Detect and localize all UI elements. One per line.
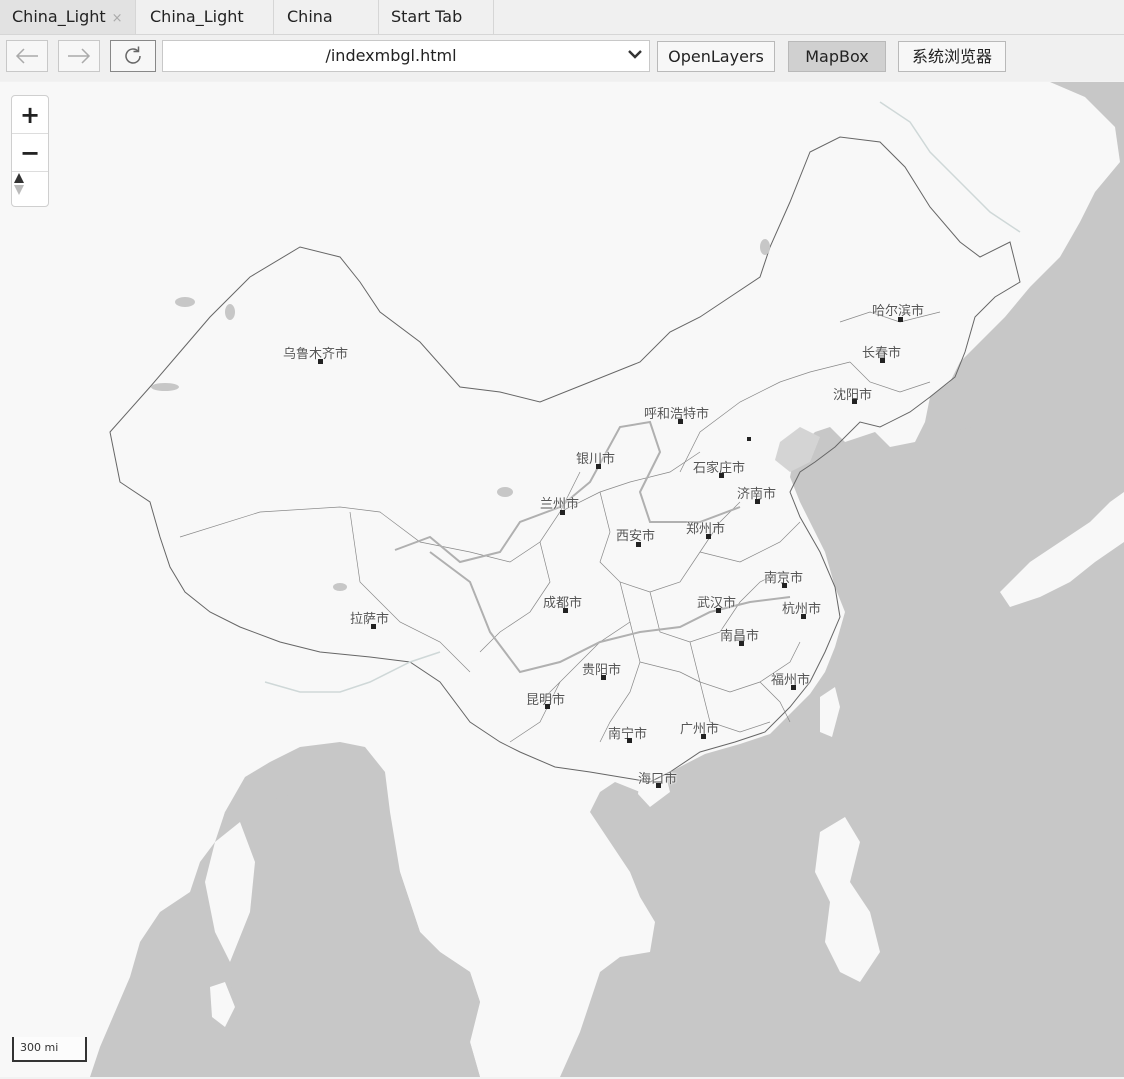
scale-bar: 300 mi: [12, 1037, 87, 1062]
city-dot: [371, 624, 376, 629]
tab-label: Start Tab: [391, 7, 463, 26]
city-dot: [755, 499, 760, 504]
city-dot: [596, 464, 601, 469]
toolbar: /indexmbgl.html OpenLayers MapBox 系统浏览器: [0, 35, 1124, 81]
url-text: /indexmbgl.html: [325, 46, 457, 65]
city-dot: [739, 641, 744, 646]
city-dot: [898, 317, 903, 322]
refresh-icon: [125, 46, 141, 64]
system-browser-button[interactable]: 系统浏览器: [898, 41, 1006, 72]
city-dot: [791, 685, 796, 690]
city-dot: [656, 783, 661, 788]
city-dot: [852, 399, 857, 404]
tab-label: China: [287, 7, 333, 26]
city-dot: [563, 608, 568, 613]
map-basemap: [0, 82, 1124, 1077]
land-japan: [1000, 492, 1124, 607]
lake: [497, 487, 513, 497]
back-button[interactable]: [6, 40, 48, 72]
tab-label: China_Light: [12, 7, 106, 26]
compass-icon: [14, 173, 24, 195]
city-dot: [636, 542, 641, 547]
mapbox-button[interactable]: MapBox: [788, 41, 886, 72]
beijing-dot: [747, 437, 751, 441]
zoom-control: + −: [11, 95, 49, 207]
land-srilanka: [210, 982, 235, 1027]
city-dot: [701, 734, 706, 739]
land-philippines: [815, 817, 880, 982]
city-dot: [706, 534, 711, 539]
tab-china-light-active[interactable]: China_Light ×: [0, 0, 136, 34]
city-label: 乌鲁木齐市: [283, 347, 349, 362]
tab-china-light[interactable]: China_Light: [138, 0, 274, 34]
forward-button[interactable]: [58, 40, 100, 72]
url-select[interactable]: /indexmbgl.html: [162, 40, 650, 72]
zoom-in-button[interactable]: +: [12, 96, 48, 133]
lake: [175, 297, 195, 307]
city-label: 广州市: [680, 722, 720, 737]
city-dot: [627, 738, 632, 743]
tab-china[interactable]: China: [275, 0, 379, 34]
map-canvas[interactable]: + − 哈尔滨市 长春市 沈阳市 乌鲁木齐市 呼和浩特市 银川市 石家庄市 济南…: [0, 82, 1124, 1077]
city-dot: [318, 359, 323, 364]
tab-close-icon[interactable]: ×: [112, 11, 123, 26]
city-dot: [545, 704, 550, 709]
forward-arrow-icon: [68, 48, 91, 64]
city-dot: [782, 583, 787, 588]
lake: [760, 239, 770, 255]
land-mainland: [0, 82, 1120, 1077]
refresh-button[interactable]: [110, 40, 156, 72]
openlayers-button[interactable]: OpenLayers: [657, 41, 775, 72]
lake: [225, 304, 235, 320]
tab-bar: China_Light × China_Light China Start Tab: [0, 0, 1124, 35]
lake: [151, 383, 179, 391]
land-korea: [940, 427, 995, 552]
tab-start[interactable]: Start Tab: [379, 0, 494, 34]
tab-label: China_Light: [150, 7, 244, 26]
city-label: 呼和浩特市: [644, 407, 710, 422]
land-taiwan: [820, 687, 840, 737]
city-dot: [560, 510, 565, 515]
back-arrow-icon: [15, 48, 38, 64]
city-dot: [678, 419, 683, 424]
zoom-out-button[interactable]: −: [12, 134, 48, 171]
lake: [333, 583, 347, 591]
city-dot: [880, 358, 885, 363]
city-dot: [801, 614, 806, 619]
city-dot: [719, 473, 724, 478]
city-dot: [601, 675, 606, 680]
city-label: 拉萨市: [350, 612, 390, 627]
chevron-down-icon[interactable]: [627, 41, 643, 71]
city-dot: [716, 608, 721, 613]
compass-button[interactable]: [12, 172, 48, 209]
